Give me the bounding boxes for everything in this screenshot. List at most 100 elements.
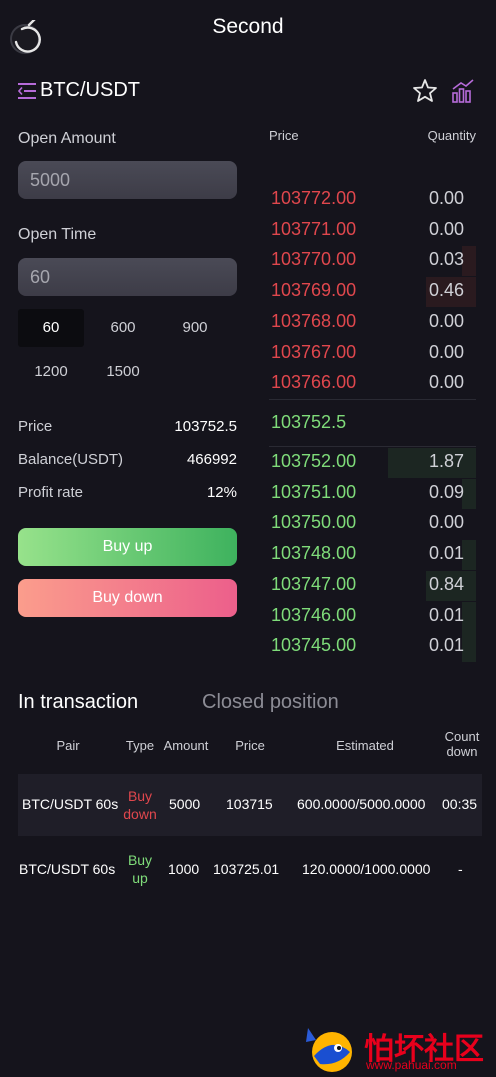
- orderbook-quantity: 0.01: [428, 604, 464, 625]
- col-header-countdown-line1: Count: [444, 729, 480, 744]
- orderbook-price: 103745.00: [271, 635, 357, 656]
- open-time-label: Open Time: [18, 226, 97, 243]
- orderbook-row[interactable]: 103770.00 0.03: [269, 246, 476, 277]
- row-pair: BTC/USDT 60s: [22, 796, 119, 812]
- row-countdown: -: [458, 861, 463, 877]
- header: Second: [0, 0, 496, 58]
- orderbook-row[interactable]: 103747.00 0.84: [269, 570, 476, 601]
- row-amount: 1000: [168, 861, 200, 877]
- row-price: 103715: [226, 796, 273, 812]
- orderbook-price: 103771.00: [271, 218, 357, 239]
- orderbook-price: 103769.00: [271, 280, 357, 301]
- price-label: Price: [18, 418, 53, 435]
- pair-name[interactable]: BTC/USDT: [40, 79, 140, 102]
- col-header-countdown-line2: down: [446, 744, 478, 759]
- col-header-countdown: Count down: [438, 729, 486, 759]
- orderbook-price: 103747.00: [271, 573, 357, 594]
- col-header-pair: Pair: [56, 738, 80, 753]
- row-type-line1: Buy: [127, 852, 153, 868]
- orderbook-price: 103772.00: [271, 188, 357, 208]
- table-row[interactable]: BTC/USDT 60s Buy up 1000 103725.01 120.0…: [18, 838, 482, 900]
- orderbook-mid-price: 103752.5: [271, 412, 347, 432]
- orderbook-row[interactable]: 103766.00 0.00: [269, 369, 476, 399]
- pair-menu-icon[interactable]: [17, 82, 38, 100]
- depth-bar: [462, 632, 476, 663]
- depth-bar: [462, 246, 476, 277]
- orderbook-row[interactable]: 103745.00 0.01: [269, 632, 476, 663]
- depth-bar: [462, 540, 476, 571]
- profit-rate-label: Profit rate: [18, 484, 84, 501]
- col-header-type: Type: [125, 738, 155, 753]
- orderbook-row[interactable]: 103772.00 0.00: [269, 185, 476, 215]
- orderbook-row[interactable]: 103750.00 0.00: [269, 509, 476, 539]
- orderbook-price: 103752.00: [271, 451, 357, 471]
- time-option-600[interactable]: 600: [90, 309, 156, 347]
- time-option-1200[interactable]: 1200: [18, 353, 84, 391]
- time-option-60[interactable]: 60: [18, 309, 84, 347]
- price-value: 103752.5: [174, 418, 237, 435]
- profit-rate-value: 12%: [206, 484, 237, 501]
- favorite-star-icon[interactable]: [412, 78, 438, 104]
- orderbook-quantity: 0.00: [428, 218, 464, 239]
- orderbook-price: 103766.00: [271, 372, 357, 393]
- open-amount-input[interactable]: [18, 161, 237, 199]
- orderbook-quantity: 0.46: [428, 280, 464, 301]
- pair-row: BTC/USDT: [0, 76, 496, 108]
- tab-in-transaction[interactable]: In transaction: [18, 691, 138, 714]
- row-price: 103725.01: [213, 861, 280, 877]
- col-header-estimated: Estimated: [336, 738, 394, 753]
- orderbook-row[interactable]: 103767.00 0.00: [269, 339, 476, 369]
- orderbook-quantity: 1.87: [428, 451, 464, 471]
- row-countdown: 00:35: [442, 796, 478, 812]
- orderbook-price: 103750.00: [271, 512, 357, 533]
- orderbook-quantity: 0.00: [428, 188, 464, 208]
- open-amount-label: Open Amount: [18, 130, 116, 147]
- buy-down-button[interactable]: Buy down: [18, 579, 237, 617]
- orderbook-price: 103767.00: [271, 341, 357, 362]
- buy-up-button[interactable]: Buy up: [18, 528, 237, 566]
- time-option-900[interactable]: 900: [162, 309, 228, 347]
- orderbook-row[interactable]: 103752.00 1.87: [269, 448, 476, 478]
- row-estimated: 600.0000/5000.0000: [297, 796, 426, 812]
- orderbook-quantity-header: Quantity: [427, 128, 476, 143]
- orderbook-quantity: 0.00: [428, 341, 464, 362]
- orderbook-quantity: 0.03: [428, 249, 464, 270]
- col-header-amount: Amount: [163, 738, 209, 753]
- orderbook-row[interactable]: 103769.00 0.46: [269, 277, 476, 308]
- orderbook-row[interactable]: 103748.00 0.01: [269, 540, 476, 571]
- orderbook-quantity: 0.00: [428, 310, 464, 331]
- page-title: Second: [212, 15, 284, 38]
- tab-closed-position[interactable]: Closed position: [202, 691, 339, 714]
- depth-bar: [462, 601, 476, 632]
- orderbook-price: 103751.00: [271, 481, 357, 502]
- row-type-line2: up: [132, 870, 148, 886]
- orderbook-quantity: 0.01: [428, 635, 464, 656]
- time-option-1500[interactable]: 1500: [90, 353, 156, 391]
- chart-icon[interactable]: [450, 78, 476, 104]
- orderbook-price: 103748.00: [271, 543, 357, 564]
- col-header-price: Price: [235, 738, 265, 753]
- orderbook-quantity: 0.01: [428, 543, 464, 564]
- row-pair: BTC/USDT 60s: [19, 861, 116, 877]
- orderbook-row[interactable]: 103746.00 0.01: [269, 601, 476, 632]
- row-type: Buy down: [120, 787, 160, 823]
- orderbook-row[interactable]: 103751.00 0.09: [269, 478, 476, 509]
- orderbook-quantity: 0.84: [428, 573, 464, 594]
- row-amount: 5000: [169, 796, 201, 812]
- orderbook-row[interactable]: 103771.00 0.00: [269, 216, 476, 246]
- row-estimated: 120.0000/1000.0000: [302, 861, 431, 877]
- open-time-input[interactable]: [18, 258, 237, 296]
- orderbook-row[interactable]: 103768.00 0.00: [269, 308, 476, 338]
- watermark-url: www.pahuai.com: [366, 1058, 457, 1072]
- orderbook-divider: [269, 399, 476, 400]
- row-type: Buy up: [120, 851, 160, 887]
- orderbook-price-header: Price: [269, 128, 299, 143]
- balance-label: Balance(USDT): [18, 451, 124, 468]
- table-row[interactable]: BTC/USDT 60s Buy down 5000 103715 600.00…: [18, 774, 482, 836]
- row-type-line2: down: [123, 806, 157, 822]
- watermark-logo-icon: [306, 1028, 352, 1072]
- orderbook-price: 103746.00: [271, 604, 357, 625]
- orderbook-price: 103768.00: [271, 310, 357, 331]
- row-type-line1: Buy: [127, 788, 153, 804]
- orderbook-quantity: 0.00: [428, 372, 464, 393]
